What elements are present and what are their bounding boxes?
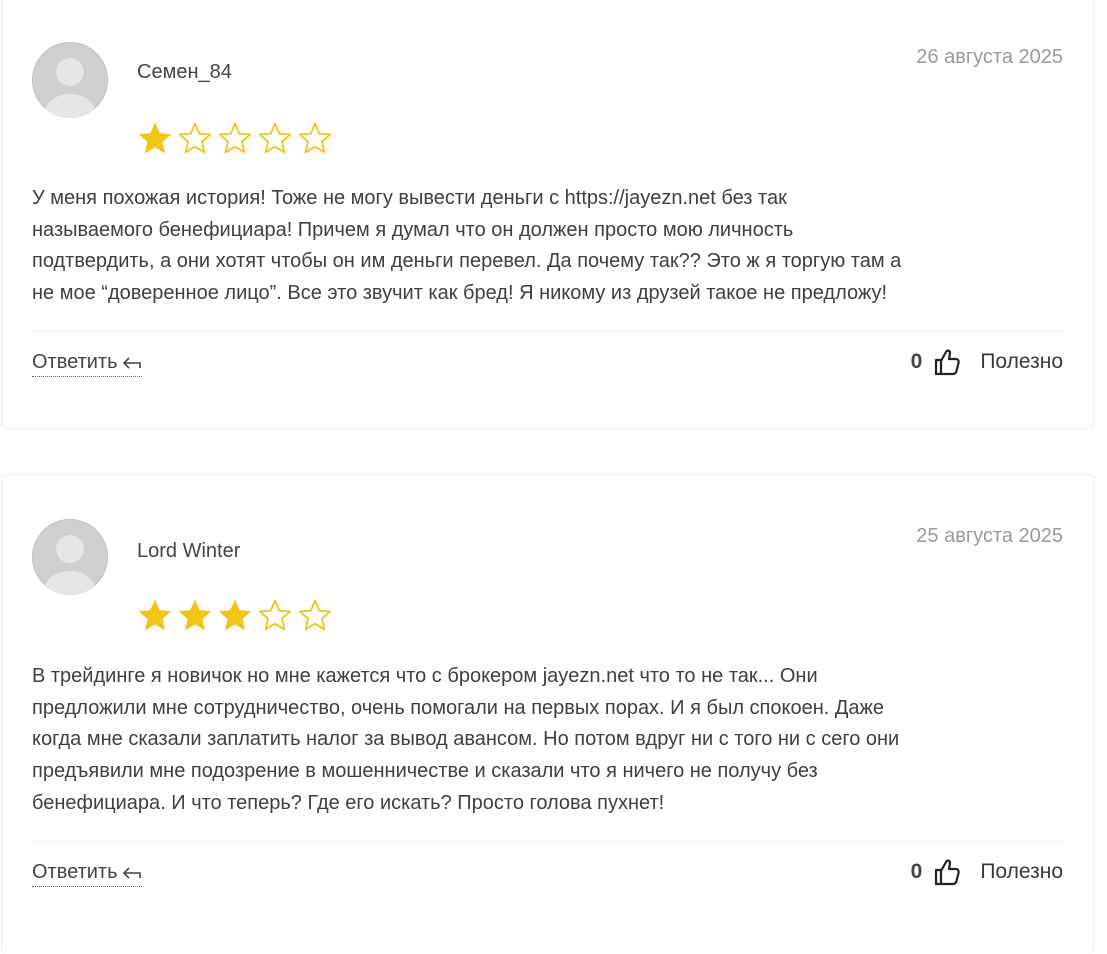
star-filled-icon <box>139 123 171 153</box>
star-rating <box>137 598 333 634</box>
review-text-line: не мое “доверенное лицо”. Все это звучит… <box>32 282 888 305</box>
review-text-line: В трейдинге я новичок но мне кажется что… <box>32 665 818 687</box>
reply-arrow-icon <box>122 356 141 369</box>
reply-label: Ответить <box>32 861 118 883</box>
star-rating <box>137 121 333 157</box>
thumbs-up-icon[interactable] <box>934 348 961 376</box>
star-empty-icon <box>258 599 292 631</box>
like-count: 0 <box>910 350 923 373</box>
reply-button[interactable]: Ответить <box>32 861 142 887</box>
star-empty-icon <box>258 122 292 154</box>
star-empty-icon <box>178 122 212 154</box>
like-count: 0 <box>910 860 923 883</box>
star-empty-icon <box>298 599 332 631</box>
star-filled-icon <box>139 600 171 630</box>
review-card: Семен_84 26 августа 2025 У меня похожая … <box>1 0 1094 429</box>
review-text: У меня похожая история! Тоже не могу выв… <box>32 183 1072 310</box>
thumbs-up-icon[interactable] <box>934 858 961 886</box>
review-text-line: подтвердить, а они хотят чтобы он им ден… <box>32 250 902 273</box>
user-placeholder-icon <box>32 519 108 595</box>
vote-area: 0 Полезно <box>911 348 1063 376</box>
review-text-line: называемого бенефициара! Причем я думал … <box>32 218 794 241</box>
star-filled-icon <box>219 600 251 630</box>
review-text-line: предъявили мне подозрение в мошенничеств… <box>32 760 818 783</box>
star-empty-icon <box>218 122 252 154</box>
reply-button[interactable]: Ответить <box>32 351 142 377</box>
review-text-line: когда мне сказали заплатить налог за выв… <box>32 728 900 751</box>
review-author: Семен_84 <box>137 61 232 83</box>
useful-button[interactable]: Полезно <box>980 860 1063 884</box>
review-card: Lord Winter 25 августа 2025 В трейдинге … <box>1 474 1094 954</box>
review-date: 25 августа 2025 <box>916 525 1063 547</box>
divider <box>32 841 1063 842</box>
review-author: Lord Winter <box>137 540 241 562</box>
star-filled-icon <box>179 600 211 630</box>
divider <box>32 331 1063 332</box>
useful-button[interactable]: Полезно <box>980 350 1063 374</box>
user-placeholder-icon <box>32 42 108 118</box>
review-text-line: У меня похожая история! Тоже не могу выв… <box>32 187 787 209</box>
reply-label: Ответить <box>32 351 118 373</box>
review-date: 26 августа 2025 <box>916 46 1063 68</box>
review-text-line: предложили мне сотрудничество, очень пом… <box>32 696 885 719</box>
star-empty-icon <box>298 122 332 154</box>
review-text: В трейдинге я новичок но мне кажется что… <box>32 661 1072 820</box>
vote-area: 0 Полезно <box>911 858 1063 886</box>
review-text-line: бенефициара. И что теперь? Где его искат… <box>32 791 665 814</box>
reply-arrow-icon <box>122 866 141 879</box>
